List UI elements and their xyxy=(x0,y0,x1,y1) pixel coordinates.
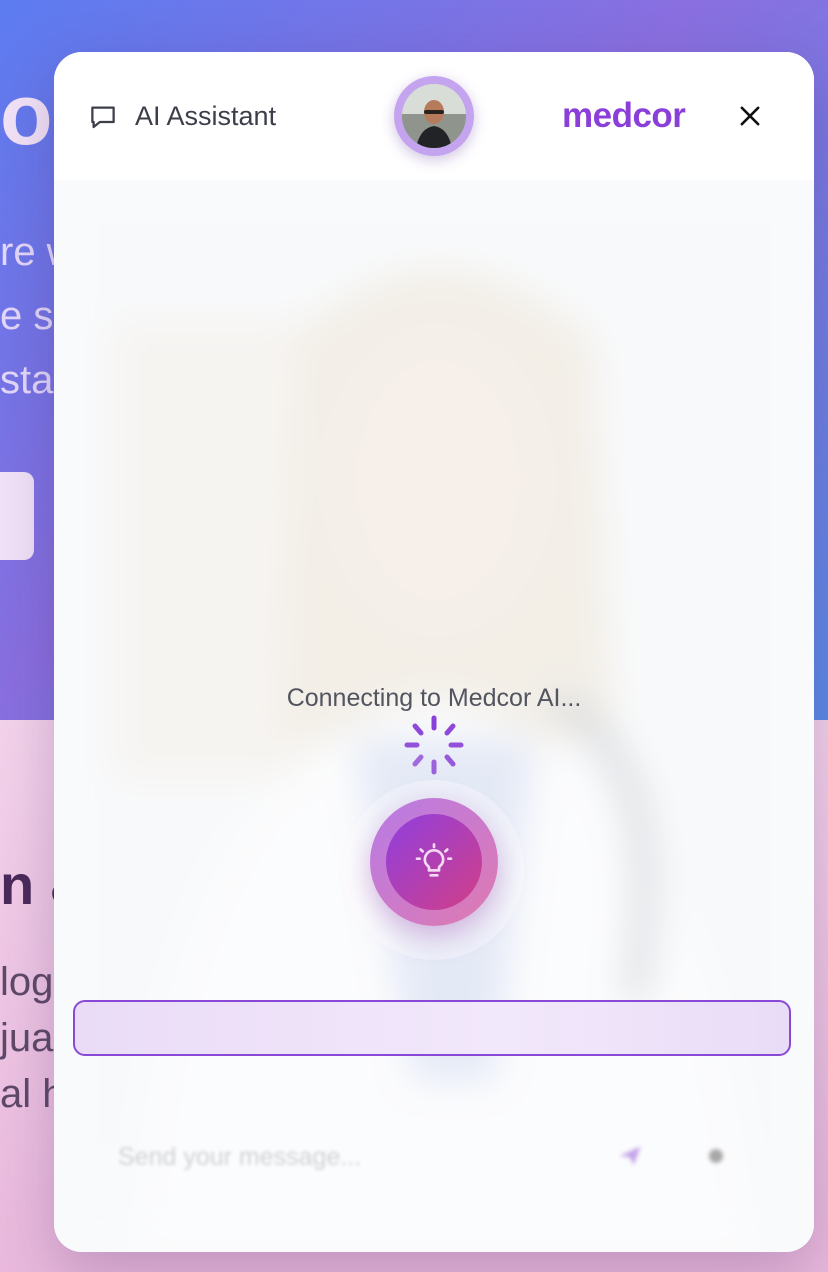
connection-status: Connecting to Medcor AI... xyxy=(286,684,582,712)
avatar-photo xyxy=(402,84,466,148)
hero-text-line: e s xyxy=(0,294,54,338)
close-icon[interactable] xyxy=(736,102,764,130)
attach-icon[interactable] xyxy=(702,1142,730,1170)
message-input[interactable]: Send your message... xyxy=(118,1143,618,1172)
loading-spinner-icon xyxy=(404,715,464,775)
modal-header: AI Assistant medcor xyxy=(54,52,814,180)
avatar[interactable] xyxy=(394,76,474,156)
medcor-logo: medcor xyxy=(562,96,686,135)
hero-text-line: sta xyxy=(0,358,54,402)
ai-assistant-modal: AI Assistant medcor Connecting to Medcor… xyxy=(54,52,814,1252)
send-icon[interactable] xyxy=(616,1142,644,1170)
lightbulb-icon xyxy=(415,843,453,877)
video-area: Connecting to Medcor AI... Send your mes… xyxy=(54,180,814,1252)
transcript-field[interactable] xyxy=(73,1000,791,1056)
voice-assistant-button[interactable] xyxy=(370,798,498,926)
hero-cta-button[interactable] xyxy=(0,472,34,560)
hero-heading: o xyxy=(0,67,53,163)
section-text-line: log xyxy=(0,960,54,1004)
modal-title: AI Assistant xyxy=(135,101,277,131)
chat-bubble-icon xyxy=(91,106,115,129)
voice-button-core xyxy=(386,814,482,910)
